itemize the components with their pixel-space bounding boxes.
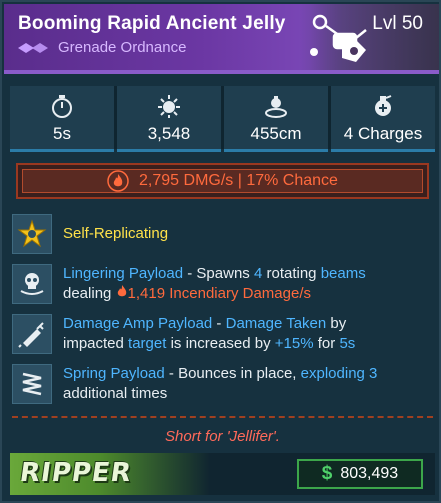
item-footer: RIPPER $ 803,493 [10, 453, 435, 495]
stat-value: 455cm [250, 124, 302, 143]
perk-desc: - Bounces in place, [164, 365, 301, 382]
rarity-chevrons-icon [18, 42, 48, 53]
item-level: Lvl 50 [372, 13, 423, 34]
perk-desc: additional times [63, 385, 168, 402]
perk-keyword: target [128, 335, 167, 352]
perk-value: +15% [274, 335, 314, 352]
perk-damage-amp-payload: Damage Amp Payload - Damage Taken by imp… [12, 314, 423, 354]
perk-desc: impacted [63, 335, 129, 352]
perk-name: Damage Amp Payload [63, 315, 213, 332]
item-type: Grenade Ordnance [58, 39, 187, 56]
fire-icon [107, 170, 129, 192]
manufacturer-brand: RIPPER [10, 453, 210, 495]
star-badge-icon [17, 219, 47, 248]
perk-value: 5s [339, 335, 356, 352]
perk-desc: by [326, 315, 347, 332]
currency-icon: $ [321, 463, 333, 484]
flavor-text: Short for 'Jellifer'. [165, 428, 280, 445]
item-header: Booming Rapid Ancient Jelly Lvl 50 Grena… [4, 4, 439, 74]
stat-radius: 455cm [221, 86, 328, 152]
spring-icon [22, 372, 42, 396]
perk-keyword: exploding 3 [300, 365, 378, 382]
perk-keyword: beams [320, 265, 366, 282]
item-type-row: Grenade Ordnance [18, 39, 186, 56]
perk-damage: 1,419 Incendiary Damage/s [127, 285, 311, 302]
radius-icon [265, 96, 287, 118]
stat-value: 5s [53, 124, 71, 143]
syringe-icon [18, 322, 44, 348]
item-title: Booming Rapid Ancient Jelly [18, 13, 286, 34]
stat-value: 4 Charges [343, 124, 423, 143]
perk-desc: is increased by [166, 335, 275, 352]
price-box: $ 803,493 [297, 459, 423, 489]
stat-value: 3,548 [147, 124, 191, 143]
perk-name: Lingering Payload [63, 265, 184, 282]
stat-fuse-time: 5s [10, 86, 114, 152]
stopwatch-icon [52, 95, 72, 118]
blast-icon [158, 95, 180, 118]
perk-keyword: Damage Taken [225, 315, 327, 332]
perk-title: Self-Replicating [63, 225, 169, 242]
skull-icon [20, 273, 44, 295]
manufacturer-name: RIPPER [17, 458, 134, 488]
perk-desc: for [313, 335, 340, 352]
stats-row: 5s 3,548 455cm 4 Charges [10, 86, 435, 152]
manufacturer-logo-icon [310, 14, 367, 62]
elemental-damage-text: 2,795 DMG/s | 17% Chance [139, 172, 338, 189]
perk-spring-payload: Spring Payload - Bounces in place, explo… [12, 364, 423, 404]
perk-desc: - [212, 315, 226, 332]
elemental-damage-bar: 2,795 DMG/s | 17% Chance [16, 163, 429, 199]
perk-desc: - Spawns [183, 265, 254, 282]
perk-name: Spring Payload [63, 365, 165, 382]
stat-charges: 4 Charges [328, 86, 435, 152]
grenade-charges-icon [375, 95, 392, 116]
fire-icon [117, 285, 126, 297]
perk-desc: dealing [63, 285, 116, 302]
perk-lingering-payload: Lingering Payload - Spawns 4 rotating be… [12, 264, 423, 304]
perk-desc: rotating [262, 265, 321, 282]
item-card: Booming Rapid Ancient Jelly Lvl 50 Grena… [0, 0, 441, 503]
perk-self-replicating: Self-Replicating [12, 214, 423, 254]
stat-damage: 3,548 [114, 86, 221, 152]
price-value: 803,493 [340, 465, 399, 482]
section-divider [12, 416, 433, 418]
